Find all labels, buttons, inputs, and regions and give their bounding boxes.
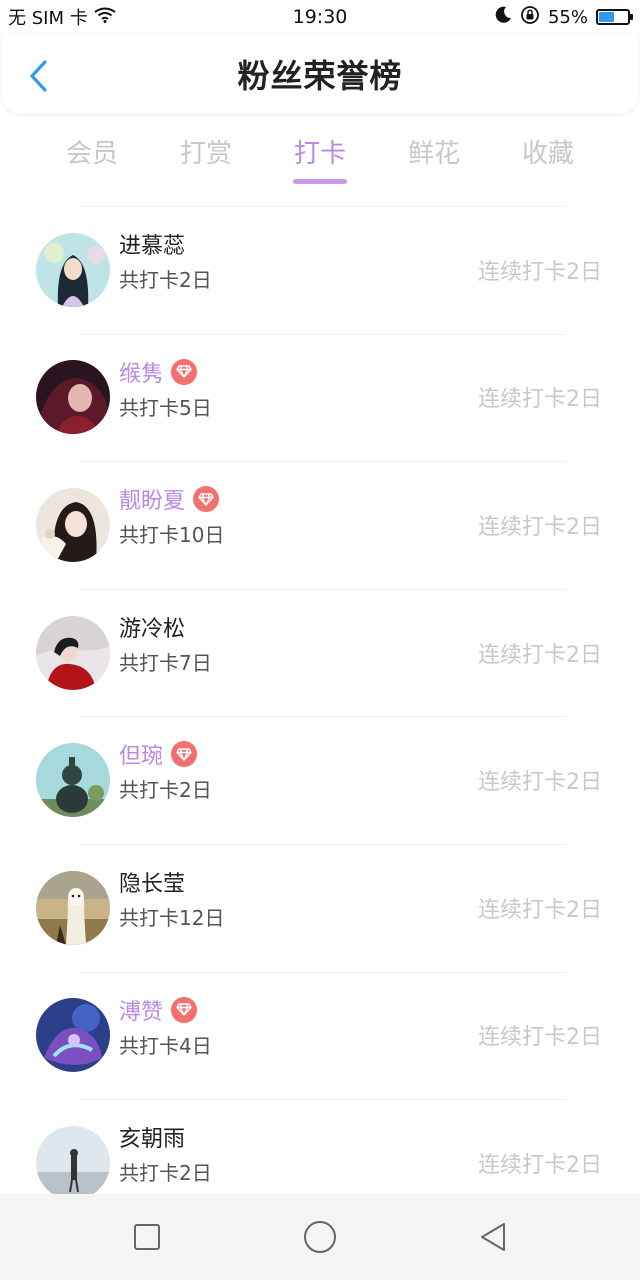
user-info: 亥朝雨 共打卡2日: [119, 1121, 212, 1186]
user-info: 但琬 共打卡2日: [119, 738, 212, 803]
tab-active-underline: [293, 179, 347, 184]
battery-fill: [599, 12, 615, 22]
avatar[interactable]: [36, 487, 110, 562]
diamond-icon: [171, 996, 198, 1023]
tab-label: 会员: [65, 139, 118, 169]
fan-list: 进慕蕊 共打卡2日 连续打卡2日 缑隽 共打卡5日 连续打卡2日 靓盼夏 共打卡…: [0, 206, 640, 1227]
user-info: 进慕蕊 共打卡2日: [119, 228, 212, 293]
checkin-total: 共打卡2日: [119, 778, 212, 803]
checkin-total: 共打卡5日: [119, 395, 212, 420]
back-triangle-icon: [481, 1223, 506, 1251]
battery-icon: [596, 9, 633, 25]
checkin-streak: 连续打卡2日: [478, 514, 602, 540]
carrier-text: 无 SIM 卡: [8, 8, 88, 29]
user-info: 靓盼夏 共打卡10日: [119, 483, 224, 548]
checkin-streak: 连续打卡2日: [478, 770, 602, 796]
status-right: 55%: [494, 5, 633, 30]
tab-label: 打赏: [179, 139, 232, 169]
checkin-streak: 连续打卡2日: [478, 642, 602, 668]
tab-favorites[interactable]: 收藏: [491, 130, 605, 186]
user-name: 靓盼夏: [119, 489, 186, 515]
checkin-total: 共打卡4日: [119, 1033, 212, 1058]
user-name: 隐长莹: [119, 871, 186, 897]
list-item[interactable]: 游冷松 共打卡7日 连续打卡2日: [0, 588, 640, 717]
list-item[interactable]: 但琬 共打卡2日 连续打卡2日: [0, 716, 640, 844]
rotation-lock-icon: [520, 5, 540, 30]
avatar[interactable]: [36, 615, 110, 690]
page-title: 粉丝荣誉榜: [237, 57, 403, 95]
tab-label: 打卡: [293, 139, 346, 169]
user-info: 缑隽 共打卡5日: [119, 356, 212, 421]
avatar[interactable]: [36, 998, 110, 1073]
checkin-streak: 连续打卡2日: [478, 387, 602, 413]
user-name: 缑隽: [119, 361, 164, 387]
home-button[interactable]: [290, 1207, 350, 1267]
user-name: 但琬: [119, 744, 164, 770]
checkin-total: 共打卡2日: [119, 1161, 212, 1186]
name-row: 游冷松: [119, 611, 212, 643]
recent-apps-button[interactable]: [117, 1207, 177, 1267]
chevron-left-icon: [30, 60, 47, 92]
user-info: 隐长莹 共打卡12日: [119, 866, 224, 931]
list-item[interactable]: 进慕蕊 共打卡2日 连续打卡2日: [0, 206, 640, 334]
moon-icon: [494, 6, 512, 29]
avatar[interactable]: [36, 870, 110, 945]
diamond-icon: [193, 486, 220, 513]
tab-label: 鲜花: [407, 139, 460, 169]
system-nav-bar: [0, 1194, 640, 1280]
checkin-streak: 连续打卡2日: [478, 1025, 602, 1051]
diamond-icon: [171, 741, 198, 768]
user-info: 游冷松 共打卡7日: [119, 611, 212, 676]
battery-percent: 55%: [547, 6, 588, 28]
diamond-icon: [171, 358, 198, 385]
name-row: 靓盼夏: [119, 483, 224, 515]
home-icon: [303, 1221, 336, 1253]
back-nav-button[interactable]: [463, 1207, 523, 1267]
recent-apps-icon: [133, 1224, 160, 1250]
header: 粉丝荣誉榜: [2, 34, 638, 114]
user-name: 亥朝雨: [119, 1127, 186, 1153]
status-left: 无 SIM 卡: [8, 4, 116, 30]
checkin-streak: 连续打卡2日: [478, 259, 602, 285]
back-button[interactable]: [20, 58, 56, 94]
wifi-icon: [94, 7, 116, 28]
name-row: 亥朝雨: [119, 1121, 212, 1153]
checkin-streak: 连续打卡2日: [478, 1152, 602, 1178]
user-info: 溥赞 共打卡4日: [119, 994, 212, 1059]
list-item[interactable]: 隐长莹 共打卡12日 连续打卡2日: [0, 843, 640, 972]
tab-label: 收藏: [521, 139, 574, 169]
checkin-streak: 连续打卡2日: [478, 897, 602, 923]
name-row: 隐长莹: [119, 866, 224, 898]
name-row: 溥赞: [119, 994, 212, 1026]
checkin-total: 共打卡10日: [119, 523, 225, 548]
tab-member[interactable]: 会员: [35, 130, 149, 186]
avatar[interactable]: [36, 1125, 110, 1200]
name-row: 缑隽: [119, 356, 212, 388]
avatar[interactable]: [36, 360, 110, 435]
list-item[interactable]: 缑隽 共打卡5日 连续打卡2日: [0, 333, 640, 462]
checkin-total: 共打卡2日: [119, 268, 212, 292]
avatar[interactable]: [36, 232, 110, 307]
avatar[interactable]: [36, 743, 110, 818]
name-row: 进慕蕊: [119, 228, 212, 260]
tab-reward[interactable]: 打赏: [149, 130, 263, 186]
user-name: 游冷松: [119, 616, 186, 642]
user-name: 溥赞: [119, 999, 164, 1025]
checkin-total: 共打卡12日: [119, 905, 225, 930]
tab-checkin[interactable]: 打卡: [263, 130, 377, 186]
name-row: 但琬: [119, 738, 212, 770]
list-item[interactable]: 靓盼夏 共打卡10日 连续打卡2日: [0, 461, 640, 589]
tab-bar: 会员 打赏 打卡 鲜花 收藏: [0, 130, 640, 190]
status-bar: 无 SIM 卡 19:30 55%: [0, 0, 640, 34]
list-item[interactable]: 溥赞 共打卡4日 连续打卡2日: [0, 971, 640, 1100]
checkin-total: 共打卡7日: [119, 650, 212, 675]
tab-flowers[interactable]: 鲜花: [377, 130, 491, 186]
user-name: 进慕蕊: [119, 234, 186, 259]
